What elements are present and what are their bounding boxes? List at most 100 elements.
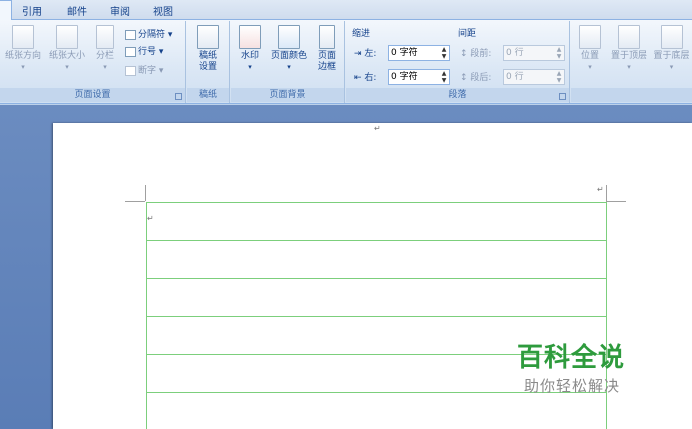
breaks-button[interactable]: 分隔符 ▾ <box>125 27 172 40</box>
manuscript-label-line1: 稿纸 <box>198 51 217 61</box>
spacing-before-icon: ↕ <box>460 49 468 59</box>
hyphenation-icon <box>125 65 136 76</box>
spacing-before-label-row: ↕ 段前: <box>460 46 491 59</box>
paragraph-dialog-launcher[interactable] <box>559 93 566 100</box>
indent-right-value: 0 字符 <box>391 72 418 82</box>
tab-review[interactable]: 审阅 <box>110 3 130 18</box>
line-numbers-icon <box>125 46 136 57</box>
paper-size-label: 纸张大小 <box>48 51 85 61</box>
columns-icon <box>96 25 114 49</box>
spacing-after-input[interactable]: 0 行 ▲ ▼ <box>503 69 565 85</box>
indent-left-input[interactable]: 0 字符 ▲ ▼ <box>388 45 450 61</box>
hyphenation-label: 断字 <box>138 66 157 76</box>
group-paragraph: 缩进 ⇥ 左: 0 字符 ▲ ▼ ⇤ 右: 0 字符 ▲ ▼ 间距 ↕ 段前: 0 … <box>346 21 570 103</box>
tab-view[interactable]: 视图 <box>153 3 173 18</box>
bring-to-front-button[interactable]: 置于顶层 ▾ <box>608 25 650 73</box>
dropdown-arrow-icon: ▾ <box>588 63 592 71</box>
bring-to-front-icon <box>618 25 640 49</box>
group-page-setup: 纸张方向 ▾ 纸张大小 ▾ 分栏 ▾ 分隔符 ▾ 行号 ▾ 断字 ▾ 页面设置 <box>0 21 186 103</box>
paper-size-icon <box>56 25 78 49</box>
crop-mark <box>606 185 607 201</box>
page-border-label-line2: 边框 <box>317 62 336 72</box>
group-label-page-setup: 页面设置 <box>0 88 185 102</box>
dropdown-arrow-icon: ▾ <box>21 63 25 71</box>
send-to-back-icon <box>660 25 683 49</box>
breaks-icon <box>125 29 136 40</box>
watermark-label: 水印 <box>240 51 259 61</box>
watermark-title: 百科全说 <box>517 343 626 373</box>
crop-mark <box>125 201 145 202</box>
grid-line <box>146 316 607 317</box>
line-numbers-label: 行号 <box>138 47 157 57</box>
breaks-label: 分隔符 <box>138 30 166 40</box>
page-color-button[interactable]: 页面颜色 ▾ <box>267 25 311 73</box>
spacing-before-input[interactable]: 0 行 ▲ ▼ <box>503 45 565 61</box>
dropdown-arrow-icon: ▾ <box>103 63 107 71</box>
spacing-after-value: 0 行 <box>506 72 524 82</box>
indent-right-label: 右: <box>364 73 377 83</box>
page-border-label-line1: 页面 <box>317 51 336 61</box>
columns-button[interactable]: 分栏 ▾ <box>92 25 118 73</box>
manuscript-settings-button[interactable]: 稿纸 设置 <box>191 25 225 73</box>
spacing-before-label: 段前: <box>470 49 492 59</box>
tab-page-layout[interactable] <box>0 0 12 20</box>
spacing-after-label: 段后: <box>470 73 492 83</box>
group-label-arrange <box>571 88 692 102</box>
watermark-subtitle: 助你轻松解决 <box>524 377 621 395</box>
paper-size-button[interactable]: 纸张大小 ▾ <box>46 25 88 73</box>
dropdown-arrow-icon: ▾ <box>287 63 291 71</box>
indent-right-label-row: ⇤ 右: <box>354 70 376 83</box>
page-setup-dialog-launcher[interactable] <box>175 93 182 100</box>
spacing-before-value: 0 行 <box>506 48 524 58</box>
page-border-icon <box>319 25 335 49</box>
manuscript-icon <box>197 25 219 49</box>
line-numbers-button[interactable]: 行号 ▾ <box>125 44 163 57</box>
paragraph-mark: ↵ <box>597 185 604 194</box>
indent-left-label-row: ⇥ 左: <box>354 46 376 59</box>
spacing-title: 间距 <box>458 29 477 39</box>
spinner-arrows-icon[interactable]: ▲ ▼ <box>440 70 448 84</box>
group-arrange: 位置 ▾ 置于顶层 ▾ 置于底层 ▾ <box>571 21 692 103</box>
crop-mark <box>145 185 146 201</box>
indent-title: 缩进 <box>352 29 371 39</box>
indent-left-label: 左: <box>364 49 377 59</box>
group-label-page-background: 页面背景 <box>231 88 344 102</box>
paragraph-mark: ↵ <box>147 214 154 223</box>
ribbon: 纸张方向 ▾ 纸张大小 ▾ 分栏 ▾ 分隔符 ▾ 行号 ▾ 断字 ▾ 页面设置 … <box>0 20 692 104</box>
page-border-button[interactable]: 页面 边框 <box>313 25 341 73</box>
orientation-icon <box>12 25 34 49</box>
watermark-icon <box>239 25 261 49</box>
position-icon <box>579 25 601 49</box>
tab-references[interactable]: 引用 <box>22 3 42 18</box>
columns-label: 分栏 <box>95 51 114 61</box>
group-page-background: 水印 ▾ 页面颜色 ▾ 页面 边框 页面背景 <box>231 21 345 103</box>
ribbon-tab-bar: 引用 邮件 审阅 视图 <box>0 0 692 20</box>
spacing-after-label-row: ↕ 段后: <box>460 70 491 83</box>
indent-right-input[interactable]: 0 字符 ▲ ▼ <box>388 69 450 85</box>
grid-line <box>146 202 607 203</box>
send-to-back-label: 置于底层 <box>653 51 690 61</box>
spinner-arrows-icon[interactable]: ▲ ▼ <box>440 46 448 60</box>
indent-left-value: 0 字符 <box>391 48 418 58</box>
dropdown-arrow-icon: ▾ <box>669 63 674 71</box>
page-color-icon <box>278 25 300 49</box>
orientation-button[interactable]: 纸张方向 ▾ <box>4 25 42 73</box>
send-to-back-button[interactable]: 置于底层 ▾ <box>651 25 692 73</box>
dropdown-arrow-icon: ▾ <box>248 63 252 71</box>
tab-mailings[interactable]: 邮件 <box>67 3 87 18</box>
group-label-manuscript: 稿纸 <box>187 88 229 102</box>
orientation-label: 纸张方向 <box>4 51 41 61</box>
hyphenation-button[interactable]: 断字 ▾ <box>125 63 163 76</box>
bring-to-front-label: 置于顶层 <box>610 51 647 61</box>
watermark-button[interactable]: 水印 ▾ <box>235 25 265 73</box>
position-button[interactable]: 位置 ▾ <box>577 25 603 73</box>
spacing-after-icon: ↕ <box>460 73 468 83</box>
page-color-label: 页面颜色 <box>270 51 307 61</box>
position-label: 位置 <box>580 51 599 61</box>
paragraph-mark: ↵ <box>374 124 381 133</box>
spinner-arrows-icon[interactable]: ▲ ▼ <box>555 70 563 84</box>
indent-right-icon: ⇤ <box>354 73 362 83</box>
manuscript-label-line2: 设置 <box>198 62 217 72</box>
dropdown-arrow-icon: ▾ <box>65 63 69 71</box>
spinner-arrows-icon[interactable]: ▲ ▼ <box>555 46 563 60</box>
